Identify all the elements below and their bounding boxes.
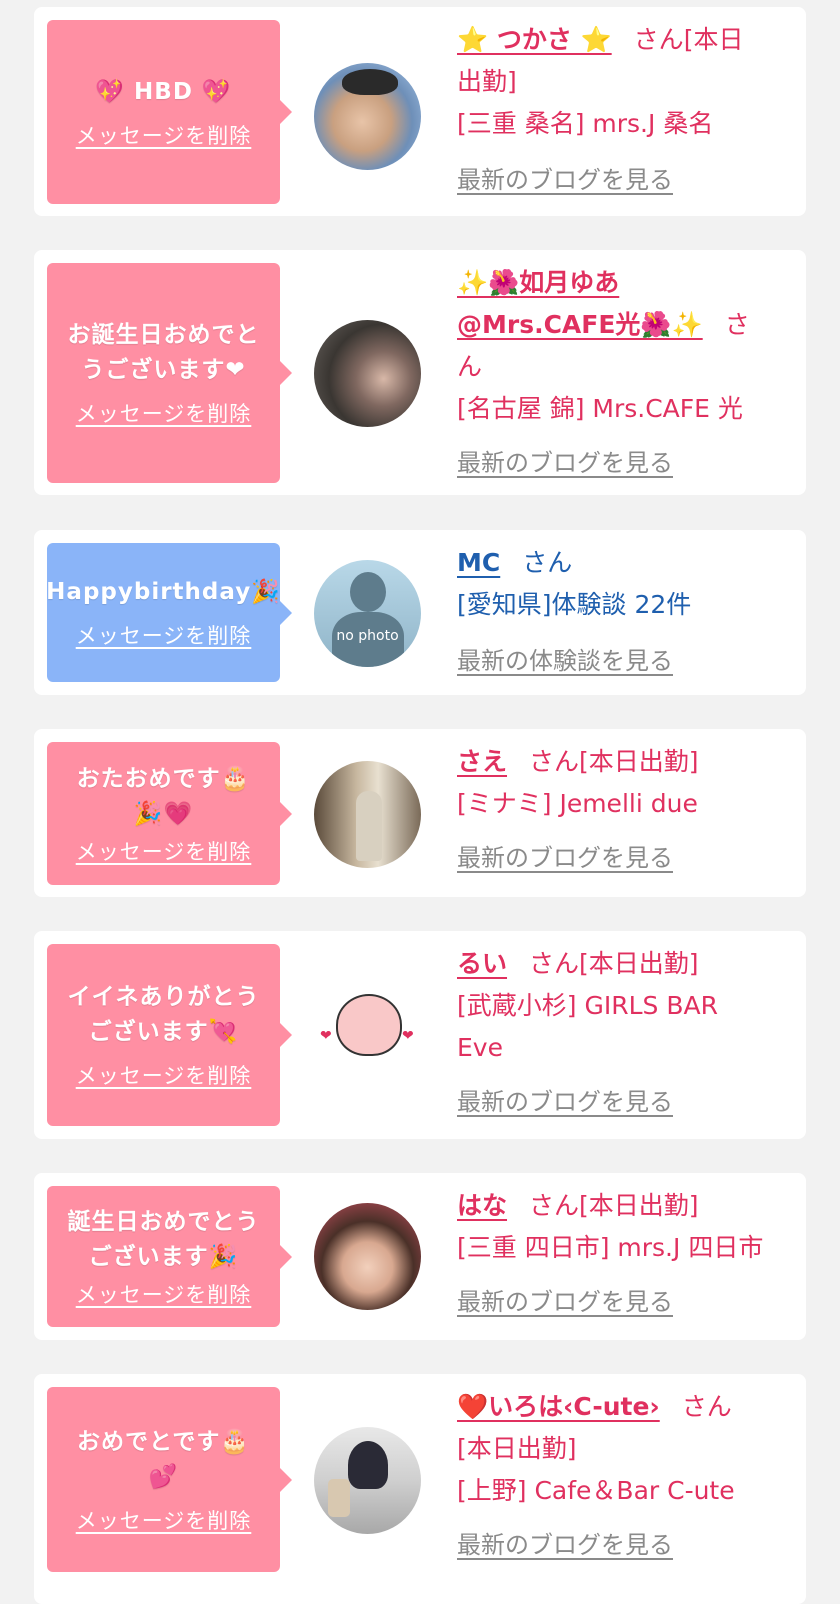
no-photo-label: no photo <box>336 628 399 644</box>
message-text: うございます❤ <box>81 357 246 383</box>
message-bubble: Happybirthday🎉 メッセージを削除 <box>46 543 292 682</box>
delete-message-link[interactable]: メッセージを削除 <box>76 120 252 150</box>
message-text: ございます🎉 <box>88 1243 239 1270</box>
user-name-link[interactable]: ⭐ つかさ ⭐ <box>457 25 612 54</box>
honorific-cont: ん <box>457 352 483 381</box>
message-bubble: お誕生日おめでと うございます❤ メッセージを削除 <box>47 263 292 483</box>
avatar[interactable] <box>314 761 421 868</box>
peach-character-icon <box>336 994 402 1056</box>
person-hair <box>348 1441 388 1489</box>
latest-blog-link[interactable]: 最新のブログを見る <box>457 449 673 477</box>
user-name-link[interactable]: ❤️いろは‹C-ute› <box>457 1392 660 1421</box>
message-text: 誕生日おめでとう <box>67 1208 260 1235</box>
user-info: ✨🌺如月ゆあ @Mrs.CAFE光🌺✨ さ ん [名古屋 錦] Mrs.CAFE … <box>457 262 787 484</box>
avatar[interactable] <box>314 320 421 427</box>
work-status: [本日出勤] <box>579 747 699 776</box>
user-name-link[interactable]: さえ <box>457 747 507 776</box>
latest-blog-link[interactable]: 最新のブログを見る <box>457 844 673 872</box>
delete-message-link[interactable]: メッセージを削除 <box>76 1060 252 1090</box>
work-status: [本日出勤] <box>579 949 699 978</box>
delete-message-link[interactable]: メッセージを削除 <box>76 1505 252 1535</box>
shop-info: [ミナミ] Jemelli due <box>457 789 698 818</box>
avatar[interactable] <box>314 1203 421 1310</box>
avatar[interactable]: no photo <box>314 560 421 667</box>
work-status: [本日 <box>683 25 744 54</box>
message-card: 💖 HBD 💖 メッセージを削除 ⭐ つかさ ⭐ さん[本日 出勤] [三重 桑名… <box>34 7 806 216</box>
message-text: 🎉💗 <box>133 800 194 827</box>
delete-message-link[interactable]: メッセージを削除 <box>76 1279 252 1309</box>
message-bubble: 💖 HBD 💖 メッセージを削除 <box>47 20 292 204</box>
work-status: [本日出勤] <box>457 1434 577 1463</box>
message-card: Happybirthday🎉 メッセージを削除 no photo MC さん [愛… <box>34 530 806 695</box>
user-info: るい さん[本日出勤] [武蔵小杉] GIRLS BAR Eve 最新のブログを見… <box>457 943 787 1123</box>
user-info: さえ さん[本日出勤] [ミナミ] Jemelli due 最新のブログを見る <box>457 741 787 879</box>
message-text: ございます💘 <box>88 1019 239 1045</box>
latest-blog-link[interactable]: 最新のブログを見る <box>457 1288 673 1316</box>
message-text: イイネありがとう <box>67 984 260 1010</box>
hair-bow-shape <box>342 69 398 95</box>
honorific: さん <box>529 1191 580 1220</box>
delete-message-link[interactable]: メッセージを削除 <box>76 398 252 428</box>
latest-blog-link[interactable]: 最新のブログを見る <box>457 1088 673 1116</box>
message-card: お誕生日おめでと うございます❤ メッセージを削除 ✨🌺如月ゆあ @Mrs.CA… <box>34 250 806 495</box>
honorific: さん <box>522 548 573 577</box>
shop-info: [武蔵小杉] GIRLS BAR <box>457 991 718 1020</box>
delete-message-link[interactable]: メッセージを削除 <box>76 836 252 866</box>
message-bubble: おめでとです🎂 💕 メッセージを削除 <box>47 1387 292 1572</box>
avatar[interactable] <box>314 1427 421 1534</box>
message-card: おめでとです🎂 💕 メッセージを削除 ❤️いろは‹C-ute› さん [本日出勤]… <box>34 1374 806 1604</box>
user-info: ⭐ つかさ ⭐ さん[本日 出勤] [三重 桑名] mrs.J 桑名 最新のブログ… <box>457 19 787 201</box>
heart-right-icon: ❤ <box>402 1028 414 1044</box>
message-text: おめでとです🎂 <box>77 1428 250 1455</box>
message-card: おたおめです🎂 🎉💗 メッセージを削除 さえ さん[本日出勤] [ミナミ] Jem… <box>34 729 806 897</box>
latest-blog-link[interactable]: 最新のブログを見る <box>457 1531 673 1559</box>
user-name-link[interactable]: はな <box>457 1191 507 1220</box>
honorific: さん <box>633 25 684 54</box>
work-status-cont: 出勤] <box>457 67 517 96</box>
person-figure <box>356 791 382 861</box>
message-text: お誕生日おめでと <box>67 322 260 348</box>
message-text: 💖 HBD 💖 <box>95 78 232 105</box>
user-info: MC さん [愛知県]体験談 22件 最新の体験談を見る <box>457 542 787 682</box>
shop-info: [三重 四日市] mrs.J 四日市 <box>457 1233 764 1262</box>
message-text: 💕 <box>148 1463 179 1490</box>
message-text: Happybirthday🎉 <box>46 579 281 605</box>
user-name-link[interactable]: MC <box>457 548 500 577</box>
message-list: 💖 HBD 💖 メッセージを削除 ⭐ つかさ ⭐ さん[本日 出勤] [三重 桑名… <box>0 0 840 1604</box>
user-name-link[interactable]: るい <box>457 949 507 978</box>
phone-icon <box>328 1479 350 1517</box>
latest-blog-link[interactable]: 最新のブログを見る <box>457 166 673 194</box>
honorific: さ <box>724 310 750 339</box>
shop-info: [上野] Cafe＆Bar C-ute <box>457 1476 735 1505</box>
delete-message-link[interactable]: メッセージを削除 <box>76 620 252 650</box>
avatar[interactable]: ❤ ❤ <box>314 982 421 1089</box>
honorific: さん <box>681 1392 732 1421</box>
user-info: ❤️いろは‹C-ute› さん [本日出勤] [上野] Cafe＆Bar C-ut… <box>457 1386 787 1566</box>
shop-info: [愛知県]体験談 22件 <box>457 590 692 619</box>
heart-left-icon: ❤ <box>320 1028 332 1044</box>
silhouette-icon <box>350 572 386 612</box>
shop-info: [三重 桑名] mrs.J 桑名 <box>457 109 714 138</box>
message-card: 誕生日おめでとう ございます🎉 メッセージを削除 はな さん[本日出勤] [三重 … <box>34 1173 806 1340</box>
message-bubble: おたおめです🎂 🎉💗 メッセージを削除 <box>47 742 292 885</box>
latest-review-link[interactable]: 最新の体験談を見る <box>457 647 673 675</box>
user-name-link-cont[interactable]: @Mrs.CAFE光🌺✨ <box>457 310 703 339</box>
honorific: さん <box>529 747 580 776</box>
user-info: はな さん[本日出勤] [三重 四日市] mrs.J 四日市 最新のブログを見る <box>457 1185 787 1323</box>
honorific: さん <box>529 949 580 978</box>
shop-info: [名古屋 錦] Mrs.CAFE 光 <box>457 394 743 423</box>
message-card: イイネありがとう ございます💘 メッセージを削除 ❤ ❤ るい さん[本日出勤] … <box>34 931 806 1139</box>
user-name-link[interactable]: ✨🌺如月ゆあ <box>457 268 619 297</box>
work-status: [本日出勤] <box>579 1191 699 1220</box>
message-bubble: イイネありがとう ございます💘 メッセージを削除 <box>47 944 292 1126</box>
shop-info-cont: Eve <box>457 1033 503 1062</box>
message-text: おたおめです🎂 <box>76 765 251 792</box>
avatar[interactable] <box>314 63 421 170</box>
message-bubble: 誕生日おめでとう ございます🎉 メッセージを削除 <box>47 1186 292 1327</box>
